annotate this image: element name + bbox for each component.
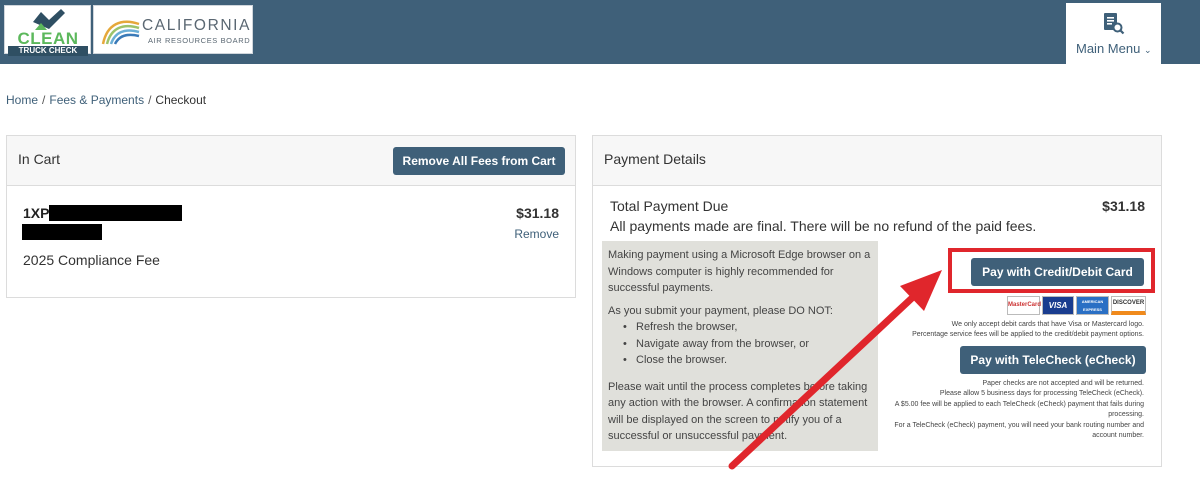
carb-logo[interactable]: CALIFORNIA AIR RESOURCES BOARD xyxy=(93,5,253,54)
echeck-fine-print: processing. xyxy=(1108,411,1144,418)
cart-panel: In Cart Remove All Fees from Cart 1XP 20… xyxy=(6,135,576,298)
amex-logo: AMERICAN EXPRESS xyxy=(1076,296,1109,315)
redacted-vin xyxy=(49,205,182,221)
total-payment-amount: $31.18 xyxy=(1102,198,1145,214)
accepted-cards: MasterCard VISA AMERICAN EXPRESS DISCOVE… xyxy=(1007,296,1146,315)
do-not-intro: As you submit your payment, please DO NO… xyxy=(608,304,833,317)
pay-telecheck-button[interactable]: Pay with TeleCheck (eCheck) xyxy=(960,346,1146,374)
breadcrumb-separator: / xyxy=(148,93,152,107)
breadcrumb-separator: / xyxy=(42,93,46,107)
breadcrumb-checkout: Checkout xyxy=(155,93,207,107)
do-not-list: Refresh the browser, Navigate away from … xyxy=(608,319,872,369)
echeck-fine-print: Paper checks are not accepted and will b… xyxy=(982,380,1145,387)
total-payment-label: Total Payment Due xyxy=(610,198,729,214)
cart-item-vin-prefix: 1XP xyxy=(23,205,50,221)
cart-item-fee-name: 2025 Compliance Fee xyxy=(23,252,160,268)
remove-all-fees-button[interactable]: Remove All Fees from Cart xyxy=(393,147,565,175)
echeck-fine-print: Please allow 5 business days for process… xyxy=(939,390,1144,397)
echeck-fine-print: A $5.00 fee will be applied to each Tele… xyxy=(894,401,1144,408)
browser-recommendation: Making payment using a Microsoft Edge br… xyxy=(608,249,871,294)
logo-clean-text: CLEAN xyxy=(17,29,79,48)
site-header: CLEAN TRUCK CHECK CALIFORNIA AIR RESOURC… xyxy=(0,0,1200,65)
card-fine-print: We only accept debit cards that have Vis… xyxy=(951,321,1144,328)
discover-logo: DISCOVER xyxy=(1111,296,1146,315)
final-payment-notice: All payments made are final. There will … xyxy=(610,218,1037,234)
browser-notice-box: Making payment using a Microsoft Edge br… xyxy=(602,241,878,451)
redacted-vehicle-info xyxy=(22,224,102,240)
breadcrumb-home[interactable]: Home xyxy=(6,93,38,107)
document-search-icon xyxy=(1104,13,1125,35)
carb-swoosh-icon xyxy=(101,20,140,45)
cart-item-amount: $31.18 xyxy=(516,205,559,221)
amex-logo-text: AMERICAN EXPRESS xyxy=(1081,299,1104,312)
do-not-item: Navigate away from the browser, or xyxy=(608,336,872,353)
pay-credit-debit-button[interactable]: Pay with Credit/Debit Card xyxy=(971,258,1144,286)
wait-notice: Please wait until the process completes … xyxy=(608,380,868,443)
payment-title: Payment Details xyxy=(604,151,706,167)
carb-subtitle: AIR RESOURCES BOARD xyxy=(148,36,251,45)
main-menu-button[interactable]: Main Menu ⌄ xyxy=(1066,3,1161,65)
truck-check-mark-icon xyxy=(33,9,65,30)
clean-truck-check-logo[interactable]: CLEAN TRUCK CHECK xyxy=(4,5,91,56)
carb-title: CALIFORNIA xyxy=(142,17,252,34)
cart-title: In Cart xyxy=(18,151,61,167)
payment-header: Payment Details xyxy=(593,136,1161,186)
echeck-fine-print: account number. xyxy=(1092,432,1144,439)
echeck-fine-print: For a TeleCheck (eCheck) payment, you wi… xyxy=(894,422,1144,429)
card-fine-print: Percentage service fees will be applied … xyxy=(912,331,1144,338)
mastercard-logo: MasterCard xyxy=(1007,296,1041,315)
chevron-down-icon: ⌄ xyxy=(1143,45,1152,55)
main-menu-text: Main Menu xyxy=(1076,41,1141,56)
do-not-item: Refresh the browser, xyxy=(608,319,872,336)
breadcrumb: Home / Fees & Payments / Checkout xyxy=(6,93,206,107)
do-not-item: Close the browser. xyxy=(608,352,872,369)
cart-header: In Cart Remove All Fees from Cart xyxy=(7,136,575,186)
breadcrumb-fees-payments[interactable]: Fees & Payments xyxy=(49,93,144,107)
payment-panel: Payment Details Total Payment Due $31.18… xyxy=(592,135,1162,467)
cart-item-remove-link[interactable]: Remove xyxy=(514,227,559,241)
logo-truck-check-text: TRUCK CHECK xyxy=(8,46,88,56)
visa-logo: VISA xyxy=(1042,296,1074,315)
main-menu-label: Main Menu ⌄ xyxy=(1076,41,1151,56)
